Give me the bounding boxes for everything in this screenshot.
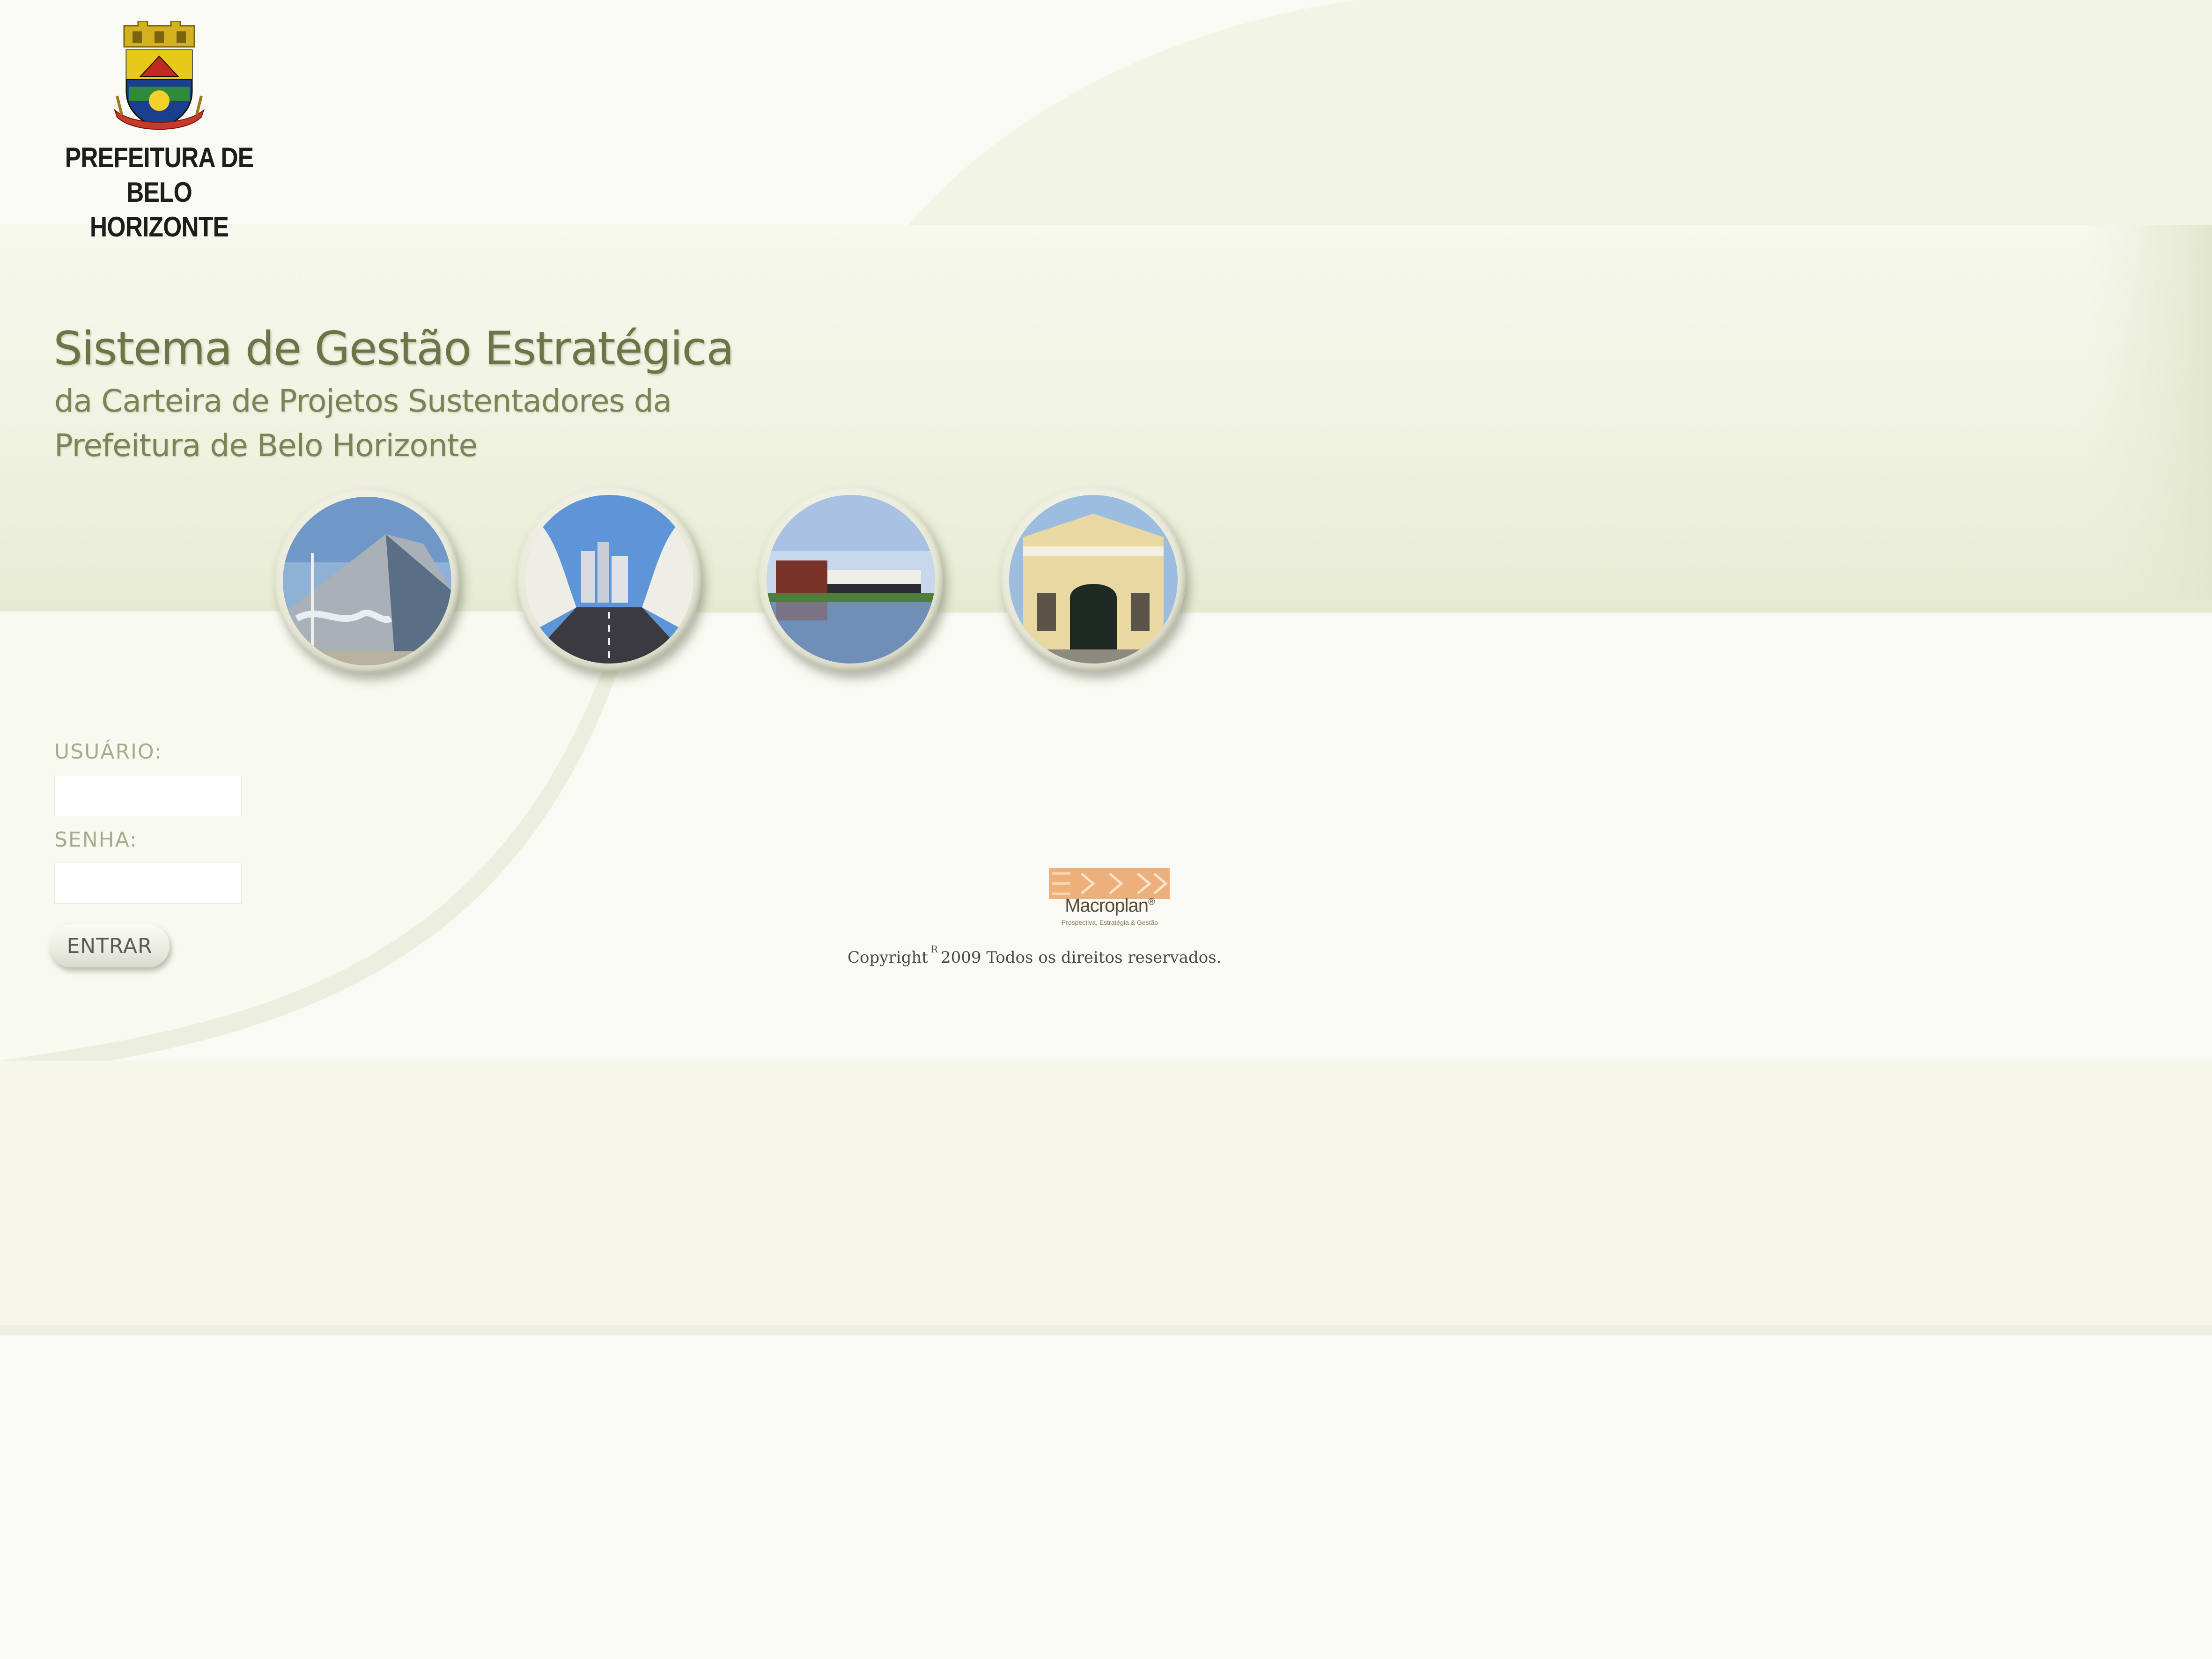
password-input[interactable]: [54, 863, 242, 904]
organization-name: PREFEITURA DE BELO HORIZONTE: [59, 140, 260, 244]
page-subtitle-line2: Prefeitura de Belo Horizonte: [54, 428, 478, 464]
page-title: Sistema de Gestão Estratégica: [53, 322, 734, 376]
copyright-symbol: R: [930, 944, 938, 955]
username-input[interactable]: [54, 775, 242, 816]
password-label: SENHA:: [54, 828, 138, 852]
lagoon-building-photo: [759, 487, 943, 671]
historic-building-facade-photo: [1001, 487, 1186, 671]
macroplan-tagline: Prospectiva, Estratégia & Gestão: [1061, 919, 1158, 926]
macroplan-logo-icon: [1049, 868, 1170, 899]
registered-mark: ®: [1148, 897, 1155, 907]
macroplan-brand-name: Macroplan®: [1047, 895, 1173, 916]
username-label: USUÁRIO:: [54, 740, 162, 764]
organization-name-line2: BELO HORIZONTE: [89, 177, 229, 243]
viaduct-bridge-photo: [517, 487, 701, 671]
background-decoration: [0, 0, 2212, 1659]
copyright-notice: Copyright R 2009 Todos os direitos reserva…: [848, 944, 1221, 967]
organization-name-line1: PREFEITURA DE: [65, 142, 254, 173]
macroplan-brand-text: Macroplan: [1065, 895, 1149, 916]
login-button[interactable]: ENTRAR: [50, 924, 170, 967]
copyright-prefix: Copyright: [848, 948, 928, 967]
copyright-suffix: 2009 Todos os direitos reservados.: [940, 948, 1222, 967]
pampulha-church-photo: [275, 489, 459, 673]
coat-of-arms-logo: [110, 20, 208, 133]
page-subtitle-line1: da Carteira de Projetos Sustentadores da: [54, 383, 672, 419]
